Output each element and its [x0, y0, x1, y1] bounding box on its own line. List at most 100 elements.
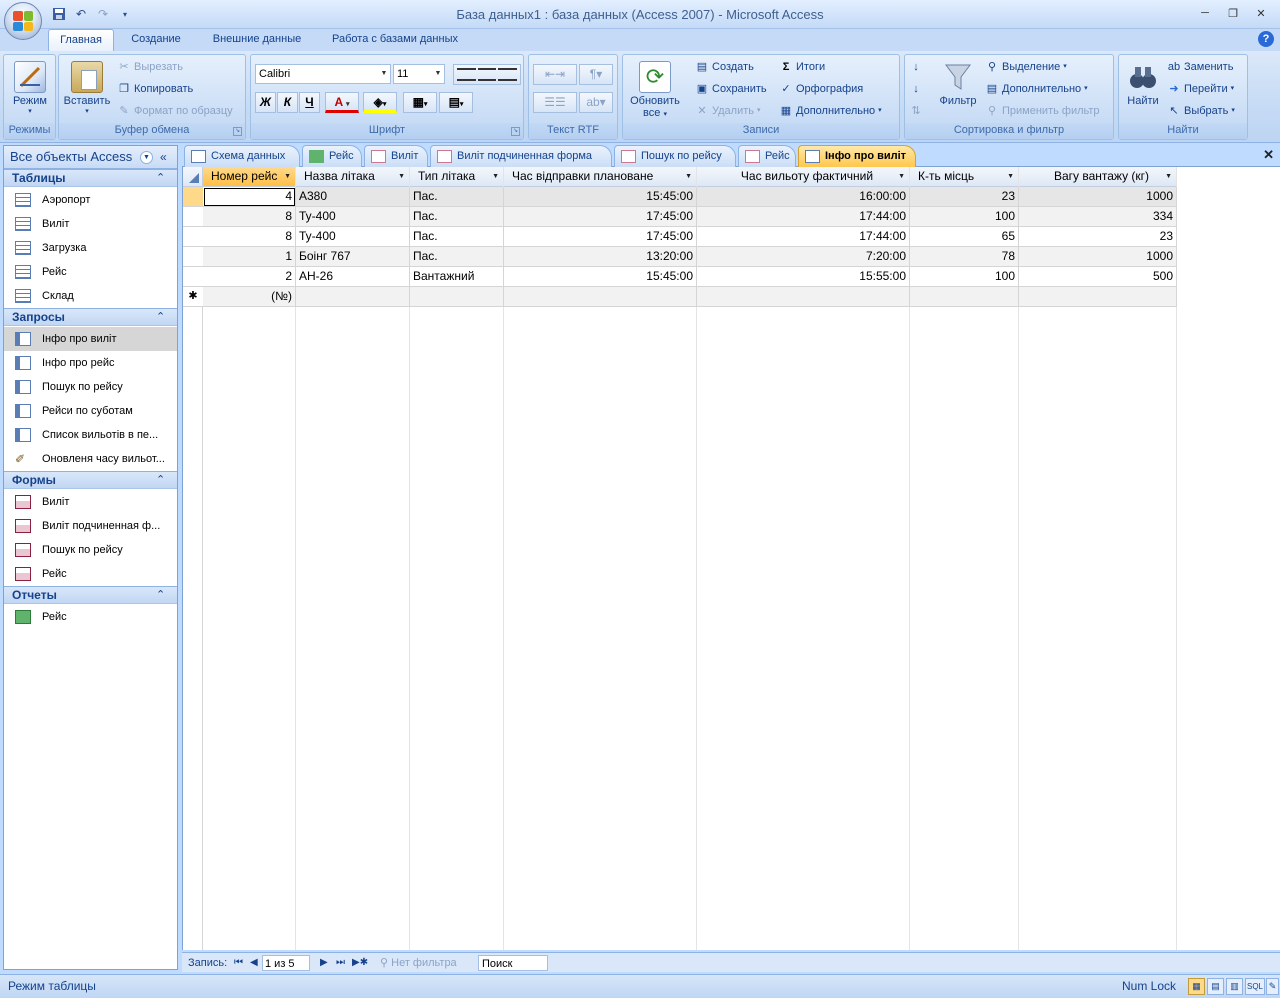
column-filter-dropdown-icon[interactable]: ▼	[492, 167, 499, 186]
help-icon[interactable]: ?	[1258, 31, 1274, 47]
table-cell[interactable]: 500	[1019, 267, 1177, 287]
italic-button[interactable]: К	[277, 92, 298, 113]
table-cell[interactable]: Пас.	[410, 227, 504, 247]
pivotchart-view-icon[interactable]: ▥	[1226, 978, 1243, 995]
table-cell[interactable]: 13:20:00	[504, 247, 697, 267]
nav-item[interactable]: Рейси по суботам	[4, 399, 177, 423]
design-view-icon[interactable]: ✎	[1266, 978, 1279, 995]
current-record-field[interactable]: 1 из 5	[262, 955, 310, 971]
new-record-button[interactable]: ▤ Создать	[695, 57, 754, 77]
underline-button[interactable]: Ч	[299, 92, 320, 113]
table-cell[interactable]: (№)	[203, 287, 296, 307]
column-filter-dropdown-icon[interactable]: ▼	[398, 167, 405, 186]
nav-section-queries[interactable]: Запросы	[4, 308, 177, 326]
column-header[interactable]: Час відправки плановане ▼	[504, 167, 697, 187]
delete-record-button[interactable]: ✕ Удалить ▾	[695, 101, 760, 121]
nav-item[interactable]: Рейс	[4, 260, 177, 284]
format-painter-button[interactable]: ✎ Формат по образцу	[117, 101, 232, 121]
table-row[interactable]: 1 Боінг 767 Пас. 13:20:00 7:20:00 78 1000	[183, 247, 1179, 267]
table-cell[interactable]: 2	[203, 267, 296, 287]
fill-color-button[interactable]: ◈▾	[363, 92, 397, 113]
column-header[interactable]: Тип літака ▼	[410, 167, 504, 187]
new-record-nav-icon[interactable]: ▶✱	[352, 955, 368, 971]
list-buttons[interactable]: ☰☰	[533, 92, 577, 113]
font-color-button[interactable]: A ▾	[325, 92, 359, 113]
nav-item[interactable]: Виліт	[4, 212, 177, 236]
cut-button[interactable]: ✂ Вырезать	[117, 57, 183, 77]
paste-button[interactable]: Вставить ▾	[61, 57, 113, 123]
paragraph-icon[interactable]: ¶▾	[579, 64, 613, 85]
goto-button[interactable]: ➜ Перейти ▾	[1167, 79, 1234, 99]
table-cell[interactable]: 23	[910, 187, 1019, 207]
office-button[interactable]	[4, 2, 42, 40]
totals-button[interactable]: Σ Итоги	[779, 57, 825, 77]
table-cell[interactable]: 334	[1019, 207, 1177, 227]
table-cell[interactable]: 78	[910, 247, 1019, 267]
doc-tab[interactable]: Рейс	[738, 145, 796, 167]
refresh-all-button[interactable]: ⟳ Обновить все ▾	[625, 57, 685, 123]
nav-pane-header[interactable]: Все объекты Access ▼ «	[4, 146, 177, 169]
clear-sort-button[interactable]: ⇅	[909, 101, 923, 121]
table-row[interactable]: 8 Ту-400 Пас. 17:45:00 17:44:00 65 23	[183, 227, 1179, 247]
highlight-icon[interactable]: ab▾	[579, 92, 613, 113]
nav-item[interactable]: Пошук по рейсу	[4, 538, 177, 562]
column-header[interactable]: К-ть місць ▼	[910, 167, 1019, 187]
tab-create[interactable]: Создание	[120, 29, 192, 51]
next-record-icon[interactable]: ▶	[320, 955, 328, 971]
table-cell[interactable]: 1000	[1019, 187, 1177, 207]
tab-home[interactable]: Главная	[48, 29, 114, 51]
nav-item[interactable]: Рейс	[4, 605, 177, 629]
datasheet-view-icon[interactable]: ▦	[1188, 978, 1205, 995]
table-cell[interactable]: Ту-400	[296, 227, 410, 247]
close-document-icon[interactable]: ✕	[1263, 147, 1274, 163]
table-cell[interactable]: 15:45:00	[504, 267, 697, 287]
nav-item[interactable]: Рейс	[4, 562, 177, 586]
nav-item[interactable]: Аэропорт	[4, 188, 177, 212]
table-cell[interactable]: 15:45:00	[504, 187, 697, 207]
collapse-section-icon[interactable]: ⌃	[156, 473, 165, 486]
bold-button[interactable]: Ж	[255, 92, 276, 113]
nav-section-tables[interactable]: Таблицы	[4, 169, 177, 187]
collapse-section-icon[interactable]: ⌃	[156, 171, 165, 184]
collapse-section-icon[interactable]: ⌃	[156, 588, 165, 601]
table-cell[interactable]: 17:44:00	[697, 207, 910, 227]
column-filter-dropdown-icon[interactable]: ▼	[1007, 167, 1014, 186]
table-cell[interactable]: 17:45:00	[504, 207, 697, 227]
table-cell[interactable]: А380	[296, 187, 410, 207]
table-cell[interactable]: Пас.	[410, 247, 504, 267]
column-header[interactable]: Час вильоту фактичний ▼	[697, 167, 910, 187]
doc-tab[interactable]: Пошук по рейсу	[614, 145, 736, 167]
table-cell[interactable]: АН-26	[296, 267, 410, 287]
nav-item[interactable]: Пошук по рейсу	[4, 375, 177, 399]
column-filter-dropdown-icon[interactable]: ▼	[898, 167, 905, 186]
prev-record-icon[interactable]: ◀	[250, 955, 258, 971]
column-filter-dropdown-icon[interactable]: ▼	[1165, 167, 1172, 186]
pivottable-view-icon[interactable]: ▤	[1207, 978, 1224, 995]
tab-database-tools[interactable]: Работа с базами данных	[320, 29, 470, 51]
font-name-combo[interactable]: Calibri ▼	[255, 64, 391, 84]
align-center-icon[interactable]	[477, 68, 497, 81]
apply-filter-button[interactable]: ⚲ Применить фильтр	[985, 101, 1100, 121]
alt-row-color-button[interactable]: ▤▾	[439, 92, 473, 113]
table-cell[interactable]: 7:20:00	[697, 247, 910, 267]
table-cell[interactable]: 100	[910, 267, 1019, 287]
column-filter-dropdown-icon[interactable]: ▼	[284, 167, 291, 186]
more-records-button[interactable]: ▦ Дополнительно ▾	[779, 101, 882, 121]
nav-item[interactable]: Загрузка	[4, 236, 177, 260]
search-input[interactable]: Поиск	[478, 955, 548, 971]
select-all-corner[interactable]	[183, 167, 203, 187]
table-cell[interactable]	[504, 287, 697, 307]
table-cell[interactable]: Вантажний	[410, 267, 504, 287]
table-cell[interactable]	[697, 287, 910, 307]
replace-button[interactable]: ab Заменить	[1167, 57, 1234, 77]
sql-view-button[interactable]: SQL	[1245, 978, 1265, 995]
nav-item[interactable]: Список вильотів в пе...	[4, 423, 177, 447]
doc-tab[interactable]: Виліт	[364, 145, 428, 167]
selection-button[interactable]: ⚲ Выделение ▾	[985, 57, 1067, 77]
dialog-launcher-icon[interactable]: ↘	[511, 127, 520, 136]
column-header[interactable]: Вагу вантажу (кг) ▼	[1019, 167, 1177, 187]
table-cell[interactable]	[910, 287, 1019, 307]
record-selector[interactable]	[183, 187, 203, 207]
nav-item[interactable]: Склад	[4, 284, 177, 308]
table-cell[interactable]: Пас.	[410, 207, 504, 227]
